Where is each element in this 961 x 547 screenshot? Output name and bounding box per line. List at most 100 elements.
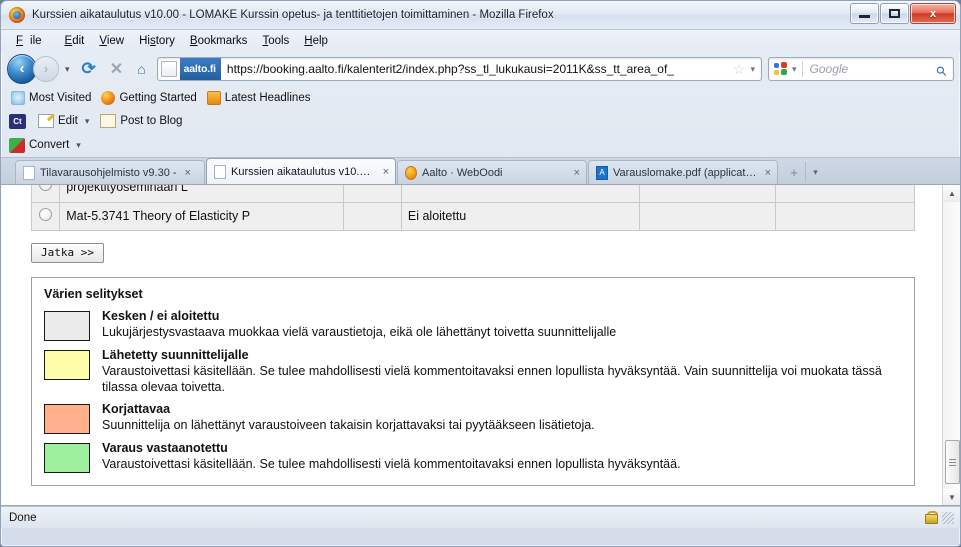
menu-item-view[interactable]: View bbox=[92, 33, 132, 49]
minimize-icon bbox=[859, 15, 870, 18]
legend-body: Varaus vastaanotettu Varaustoivettasi kä… bbox=[102, 440, 902, 472]
edit-pencil-icon[interactable] bbox=[38, 114, 54, 128]
chevron-down-icon[interactable]: ▾ bbox=[73, 140, 84, 151]
legend-description: Lukujärjestysvastaava muokkaa vielä vara… bbox=[102, 324, 617, 339]
status-text: Done bbox=[9, 511, 37, 524]
most-visited-icon bbox=[11, 90, 25, 105]
forward-button[interactable]: › bbox=[33, 56, 59, 82]
site-identity-badge[interactable]: aalto.fi bbox=[179, 58, 221, 80]
legend-description: Varaustoivettasi käsitellään. Se tulee m… bbox=[102, 363, 882, 394]
row-radio-cell[interactable] bbox=[30, 185, 61, 203]
tab-aalto-weboodi[interactable]: Aalto · WebOodi × bbox=[397, 160, 587, 184]
status-cell bbox=[400, 185, 641, 203]
menu-item-history[interactable]: History bbox=[132, 33, 183, 49]
page-icon bbox=[23, 165, 35, 180]
star-icon[interactable]: ☆ bbox=[730, 61, 749, 78]
title-bar: Kurssien aikataulutus v10.00 - LOMAKE Ku… bbox=[1, 1, 960, 30]
scrollbar-grip-icon bbox=[949, 458, 956, 466]
tab-label: Aalto · WebOodi bbox=[422, 166, 503, 179]
blank-cell-1 bbox=[343, 201, 402, 231]
menu-item-file[interactable]: File bbox=[9, 33, 58, 49]
menu-bar: File Edit View History Bookmarks Tools H… bbox=[1, 30, 960, 52]
legend-heading: Kesken / ei aloitettu bbox=[102, 308, 220, 323]
legend-body: Kesken / ei aloitettu Lukujärjestysvasta… bbox=[102, 308, 902, 340]
table-row[interactable]: projektityöseminaari L bbox=[30, 185, 916, 203]
addon-post-to-blog-label[interactable]: Post to Blog bbox=[120, 115, 182, 127]
ct-addon-icon[interactable]: Ct bbox=[9, 113, 26, 129]
addon-convert-label[interactable]: Convert bbox=[29, 139, 69, 151]
google-icon bbox=[773, 61, 789, 77]
window-controls: x bbox=[850, 3, 956, 24]
tab-varauslomake-pdf[interactable]: A Varauslomake.pdf (application... × bbox=[588, 160, 778, 184]
close-icon[interactable]: × bbox=[762, 167, 771, 179]
menu-item-edit[interactable]: Edit bbox=[58, 33, 93, 49]
search-bar[interactable]: ▾ Google ⚲ bbox=[768, 57, 954, 81]
scrollbar-thumb[interactable] bbox=[945, 440, 960, 484]
magnifier-icon[interactable]: ⚲ bbox=[933, 58, 953, 80]
legend-swatch-gray bbox=[44, 310, 90, 341]
reload-icon[interactable]: ⟳ bbox=[76, 59, 102, 79]
addon-edit-label[interactable]: Edit bbox=[58, 115, 78, 127]
close-icon[interactable]: × bbox=[380, 166, 389, 178]
minimize-button[interactable] bbox=[850, 3, 879, 24]
legend-item-lahetetty: Lähetetty suunnittelijalle Varaustoivett… bbox=[44, 347, 902, 395]
url-input[interactable]: https://booking.aalto.fi/kalenterit2/ind… bbox=[221, 62, 730, 76]
search-input[interactable]: Google bbox=[803, 62, 937, 76]
legend-item-korjattavaa: Korjattavaa Suunnittelija on lähettänyt … bbox=[44, 401, 902, 434]
course-name-cell: projektityöseminaari L bbox=[59, 185, 345, 203]
resize-grip-icon[interactable] bbox=[942, 511, 954, 524]
addon-toolbar-ct: Ct Edit ▾ Post to Blog bbox=[1, 109, 960, 133]
addon-toolbar-convert: Convert ▾ bbox=[1, 133, 960, 157]
blank-cell-1 bbox=[343, 185, 402, 203]
close-button[interactable]: x bbox=[910, 3, 956, 24]
legend-panel: Värien selitykset Kesken / ei aloitettu … bbox=[31, 276, 915, 486]
stop-icon[interactable]: ✕ bbox=[104, 59, 129, 79]
maximize-button[interactable] bbox=[880, 3, 909, 24]
menu-item-tools[interactable]: Tools bbox=[255, 33, 297, 49]
close-icon[interactable]: × bbox=[571, 167, 580, 179]
list-all-tabs-icon[interactable]: ▾ bbox=[805, 162, 825, 182]
blank-cell-2 bbox=[639, 201, 776, 231]
legend-heading: Lähetetty suunnittelijalle bbox=[102, 347, 249, 362]
menu-item-help[interactable]: Help bbox=[297, 33, 336, 49]
bookmarks-toolbar: Most Visited Getting Started Latest Head… bbox=[1, 86, 960, 109]
status-cell: Ei aloitettu bbox=[400, 201, 641, 231]
bookmark-getting-started[interactable]: Getting Started bbox=[99, 90, 201, 106]
blank-cell-2 bbox=[639, 185, 776, 203]
legend-body: Korjattavaa Suunnittelija on lähettänyt … bbox=[102, 401, 902, 433]
page-icon bbox=[214, 164, 226, 179]
legend-swatch-green bbox=[44, 442, 90, 473]
bookmark-latest-headlines[interactable]: Latest Headlines bbox=[205, 90, 316, 106]
tab-kurssien-aikataulutus[interactable]: Kurssien aikataulutus v10.00... × bbox=[206, 158, 396, 184]
menu-item-bookmarks[interactable]: Bookmarks bbox=[183, 33, 256, 49]
tab-label: Tilavarausohjelmisto v9.30 - bbox=[40, 166, 177, 179]
page-viewport: projektityöseminaari L Mat-5.3741 Theory… bbox=[1, 184, 960, 506]
url-bar[interactable]: aalto.fi https://booking.aalto.fi/kalent… bbox=[156, 57, 762, 81]
page-scrollbar[interactable]: ▲ ▼ bbox=[942, 185, 960, 506]
radio-button-icon[interactable] bbox=[39, 185, 53, 191]
scroll-down-icon[interactable]: ▼ bbox=[943, 489, 960, 506]
legend-item-kesken: Kesken / ei aloitettu Lukujärjestysvasta… bbox=[44, 308, 902, 341]
chevron-down-icon[interactable]: ▾ bbox=[789, 64, 802, 75]
scroll-up-icon[interactable]: ▲ bbox=[943, 185, 960, 202]
tab-tilavarausohjelmisto[interactable]: Tilavarausohjelmisto v9.30 - × bbox=[15, 160, 205, 184]
chevron-down-icon[interactable]: ▾ bbox=[82, 116, 93, 127]
bookmark-most-visited[interactable]: Most Visited bbox=[9, 90, 96, 106]
convert-pdf-icon[interactable] bbox=[9, 137, 25, 153]
chevron-down-icon[interactable]: ▾ bbox=[748, 64, 761, 75]
new-tab-icon[interactable]: + bbox=[783, 162, 805, 182]
continue-button[interactable]: Jatka >> bbox=[31, 242, 104, 263]
row-radio-cell[interactable] bbox=[30, 201, 61, 231]
course-name-cell: Mat-5.3741 Theory of Elasticity P bbox=[59, 201, 345, 231]
blog-post-icon[interactable] bbox=[100, 114, 117, 128]
secure-lock-icon bbox=[925, 511, 938, 524]
home-icon[interactable]: ⌂ bbox=[131, 61, 151, 77]
blank-cell-3 bbox=[774, 201, 916, 231]
legend-description: Suunnittelija on lähettänyt varaustoivee… bbox=[102, 417, 595, 432]
firefox-icon bbox=[9, 7, 25, 23]
close-icon[interactable]: × bbox=[182, 167, 191, 179]
table-row[interactable]: Mat-5.3741 Theory of Elasticity P Ei alo… bbox=[30, 201, 916, 231]
radio-button-icon[interactable] bbox=[39, 208, 53, 221]
legend-title: Värien selitykset bbox=[44, 286, 143, 301]
history-dropdown-icon[interactable]: ▾ bbox=[61, 64, 74, 75]
